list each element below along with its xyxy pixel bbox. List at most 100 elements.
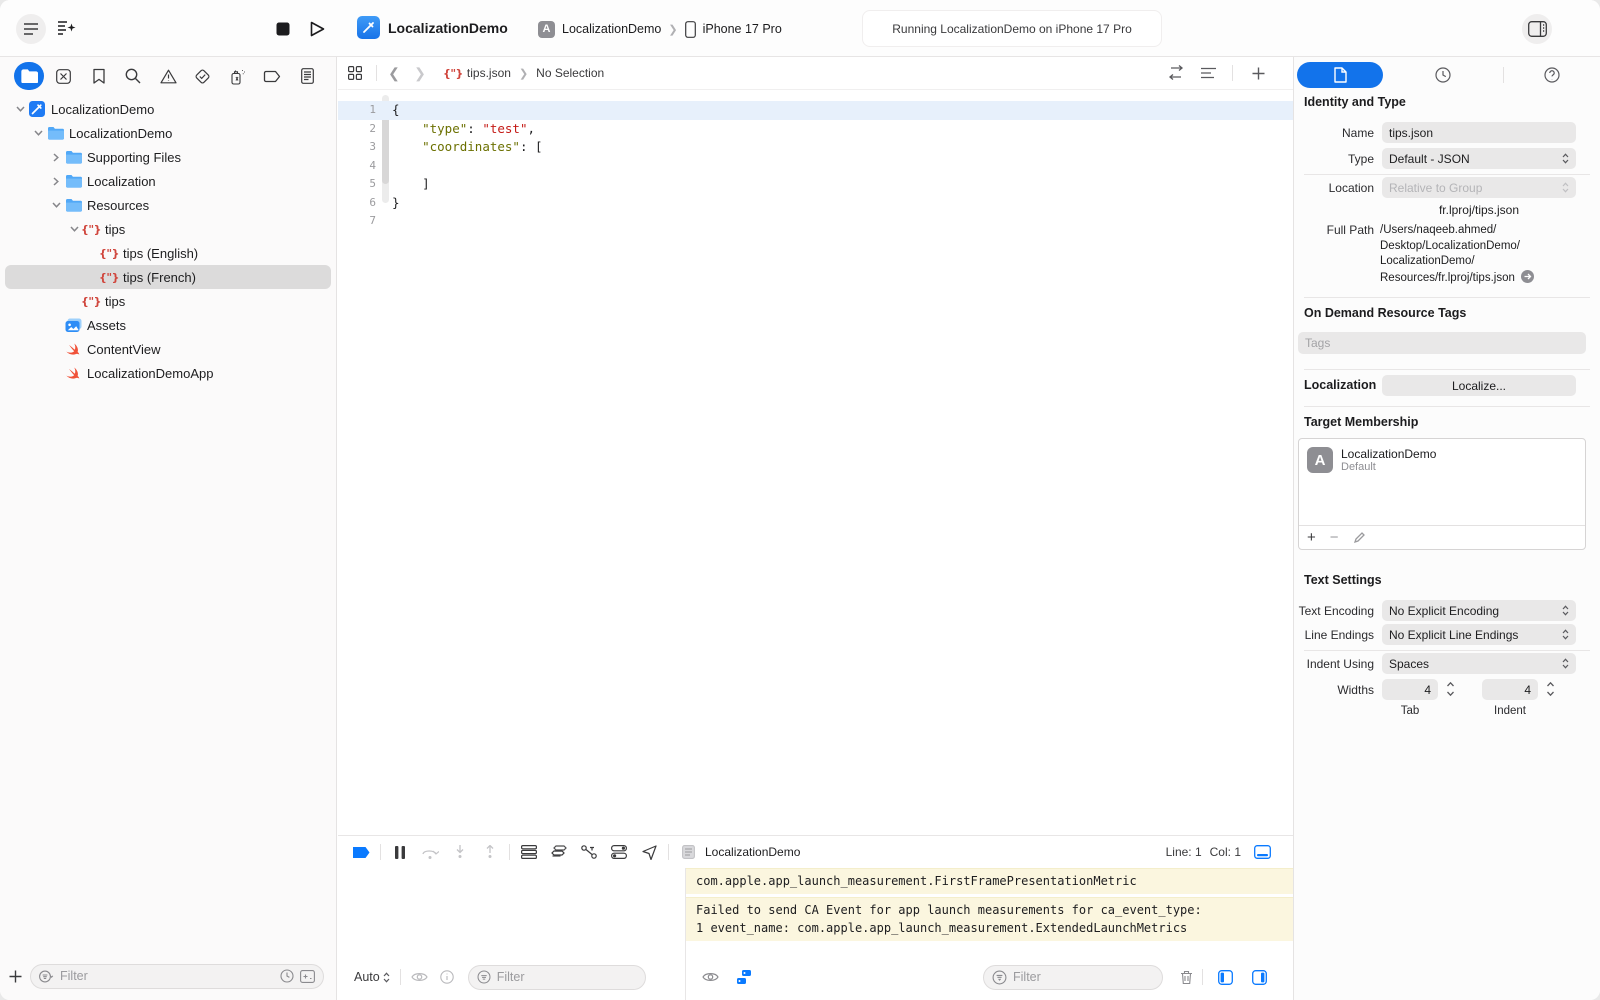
pause-icon[interactable]	[385, 846, 415, 859]
editor-options-icon[interactable]	[1200, 66, 1217, 80]
scheme-selector[interactable]: A LocalizationDemo ❯ iPhone 17 Pro	[538, 17, 782, 41]
environment-overrides-icon[interactable]	[604, 845, 634, 859]
jump-bar-file[interactable]: tips.json	[467, 66, 511, 80]
indent-using-select[interactable]: Spaces	[1382, 653, 1576, 674]
process-label[interactable]: LocalizationDemo	[705, 845, 800, 859]
tree-item[interactable]: {"}tips	[0, 289, 336, 313]
code-review-icon[interactable]	[1167, 65, 1185, 81]
code-line[interactable]: 1{	[338, 101, 1293, 120]
encoding-select[interactable]: No Explicit Encoding	[1382, 600, 1576, 621]
tree-item[interactable]: {"}tips	[0, 217, 336, 241]
console-log-entry[interactable]: Failed to send CA Event for app launch m…	[686, 897, 1293, 941]
console-log-entry[interactable]: com.apple.app_launch_measurement.FirstFr…	[686, 868, 1293, 894]
performance-tab[interactable]	[223, 62, 253, 90]
location-select[interactable]: Relative to Group	[1382, 177, 1576, 198]
navigator-list-icon[interactable]	[16, 14, 46, 44]
disclosure-chevron-icon[interactable]	[12, 106, 28, 112]
disclosure-chevron-icon[interactable]	[48, 177, 64, 186]
console-view-mode-icon[interactable]	[737, 970, 751, 984]
localize-button[interactable]: Localize...	[1382, 375, 1576, 396]
back-chevron-icon[interactable]: ❮	[381, 65, 407, 82]
tests-tab[interactable]	[188, 62, 218, 90]
tab-width-field[interactable]: 4	[1382, 679, 1438, 700]
folder-file-icon	[64, 174, 82, 188]
add-target-button[interactable]: +	[1307, 530, 1316, 545]
toggle-variables-pane-icon[interactable]	[1218, 970, 1233, 985]
changes-tab[interactable]	[49, 62, 79, 90]
variables-filter-input[interactable]: Filter	[468, 965, 646, 990]
edit-target-button[interactable]	[1353, 532, 1365, 544]
code-line[interactable]: 4	[338, 157, 1293, 176]
scheme-name[interactable]: LocalizationDemo	[562, 22, 661, 36]
breakpoints-tab[interactable]	[257, 62, 287, 90]
quick-help-inspector-tab[interactable]	[1504, 67, 1600, 83]
issues-tab[interactable]	[153, 62, 183, 90]
relative-path-value: fr.lproj/tips.json	[1382, 203, 1576, 217]
simulate-location-icon[interactable]	[634, 845, 664, 860]
inspector-toggle-icon[interactable]	[1522, 14, 1552, 44]
name-field[interactable]: tips.json	[1382, 122, 1576, 143]
trash-icon[interactable]	[1180, 970, 1193, 985]
network-debugger-icon[interactable]	[574, 845, 604, 859]
type-select[interactable]: Default - JSON	[1382, 148, 1576, 169]
tree-item[interactable]: Localization	[0, 169, 336, 193]
tree-item[interactable]: {"}tips (French)	[5, 265, 331, 289]
tree-item[interactable]: LocalizationDemo	[0, 121, 336, 145]
console-eye-icon[interactable]	[702, 971, 719, 983]
navigator-filter-input[interactable]: Filter	[30, 964, 324, 989]
stop-icon[interactable]	[268, 14, 298, 44]
tree-item[interactable]: LocalizationDemo	[0, 97, 336, 121]
view-debugger-icon[interactable]	[514, 845, 544, 859]
file-inspector-tab[interactable]	[1297, 62, 1383, 88]
recent-files-clock-icon[interactable]	[280, 969, 294, 983]
spray-can-icon	[230, 68, 246, 85]
tree-item[interactable]: LocalizationDemoApp	[0, 361, 336, 385]
compose-sparkle-icon[interactable]	[52, 14, 82, 44]
related-items-icon[interactable]	[338, 66, 372, 80]
add-file-button[interactable]	[0, 970, 30, 983]
minimap-toggle-icon[interactable]	[1254, 845, 1271, 859]
code-line[interactable]: 5 ]	[338, 175, 1293, 194]
variables-scope-select[interactable]: Auto	[354, 970, 390, 984]
jump-bar-context[interactable]: No Selection	[536, 66, 604, 80]
tree-item[interactable]: Assets	[0, 313, 336, 337]
code-line[interactable]: 6}	[338, 194, 1293, 213]
toggle-console-pane-icon[interactable]	[1252, 970, 1267, 985]
tree-item[interactable]: Supporting Files	[0, 145, 336, 169]
tree-item[interactable]: {"}tips (English)	[0, 241, 336, 265]
source-code-editor[interactable]: 1{2 "type": "test",3 "coordinates": [45 …	[338, 93, 1293, 835]
find-tab[interactable]	[118, 62, 148, 90]
target-row[interactable]: A LocalizationDemo Default	[1299, 439, 1585, 481]
code-line[interactable]: 3 "coordinates": [	[338, 138, 1293, 157]
disclosure-chevron-icon[interactable]	[30, 130, 46, 136]
line-endings-select[interactable]: No Explicit Line Endings	[1382, 624, 1576, 645]
code-line[interactable]: 2 "type": "test",	[338, 120, 1293, 139]
source-control-status-icon[interactable]	[300, 970, 315, 983]
tags-field[interactable]: Tags	[1298, 332, 1586, 354]
forward-chevron-icon[interactable]: ❯	[407, 65, 433, 82]
run-destination[interactable]: iPhone 17 Pro	[703, 22, 782, 36]
reports-tab[interactable]	[292, 62, 322, 90]
name-label: Name	[1294, 126, 1374, 140]
remove-target-button[interactable]: −	[1330, 530, 1339, 545]
add-editor-icon[interactable]	[1252, 67, 1265, 80]
disclosure-chevron-icon[interactable]	[66, 226, 82, 232]
bookmarks-tab[interactable]	[84, 62, 114, 90]
project-navigator-tab[interactable]	[14, 62, 44, 90]
tree-item[interactable]: Resources	[0, 193, 336, 217]
open-path-arrow-icon[interactable]	[1521, 270, 1534, 283]
breakpoints-toggle-icon[interactable]	[346, 846, 376, 859]
play-icon[interactable]	[302, 14, 332, 44]
disclosure-chevron-icon[interactable]	[48, 153, 64, 162]
status-text: Running LocalizationDemo on iPhone 17 Pr…	[892, 22, 1132, 36]
indent-width-field[interactable]: 4	[1482, 679, 1538, 700]
history-inspector-tab[interactable]	[1383, 67, 1503, 83]
tab-width-stepper[interactable]	[1446, 679, 1455, 699]
tree-item[interactable]: ContentView	[0, 337, 336, 361]
console-filter-input[interactable]: Filter	[983, 965, 1163, 990]
tree-item-label: LocalizationDemo	[69, 126, 172, 141]
indent-width-stepper[interactable]	[1546, 679, 1555, 699]
memory-graph-icon[interactable]	[544, 845, 574, 860]
code-line[interactable]: 7	[338, 212, 1293, 231]
disclosure-chevron-icon[interactable]	[48, 202, 64, 208]
